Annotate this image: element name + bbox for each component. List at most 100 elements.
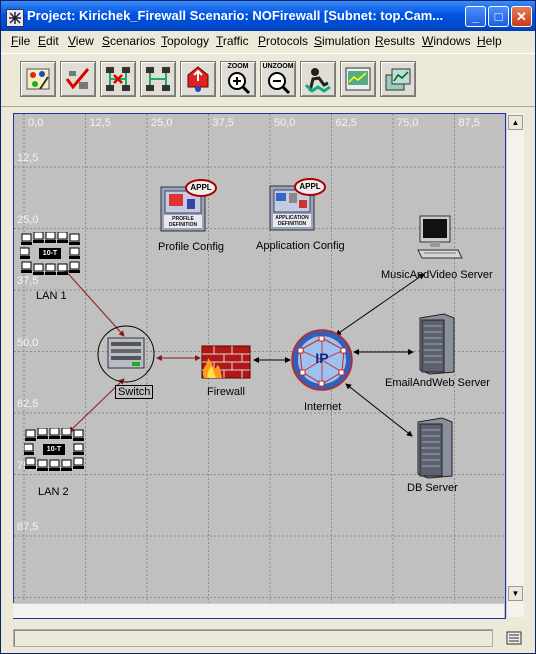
- profile-caption: PROFILE DEFINITION: [168, 216, 198, 228]
- pc-icon: [69, 247, 80, 259]
- zoom-in-icon: [228, 72, 251, 95]
- zoom-button[interactable]: ZOOM: [220, 61, 256, 97]
- link-internet-db[interactable]: [345, 383, 413, 437]
- return-to-parent-button[interactable]: [180, 61, 216, 97]
- menu-windows-rest: indows: [433, 34, 471, 48]
- profile-badge: APPL: [190, 183, 212, 192]
- lan1-node[interactable]: 10-T: [19, 231, 82, 276]
- menu-help-rest: elp: [485, 34, 502, 48]
- unzoom-button[interactable]: UNZOOM: [260, 61, 296, 97]
- menu-results-rest: esults: [383, 34, 416, 48]
- menu-results[interactable]: Results: [375, 34, 415, 48]
- link-internet-musicvideo[interactable]: [335, 273, 425, 336]
- workstation-icon: [417, 215, 463, 259]
- menu-traffic-rest: raffic: [222, 34, 249, 48]
- scroll-up-icon[interactable]: ▲: [508, 115, 523, 130]
- configure-simulation-icon: [304, 68, 331, 93]
- menu-simulation-rest: imulation: [322, 34, 371, 48]
- horizontal-scrollbar[interactable]: [13, 603, 504, 618]
- toolbar: ZOOM UNZOOM: [1, 53, 535, 107]
- switch-label[interactable]: Switch: [115, 385, 154, 399]
- menu-results-key: R: [375, 34, 384, 48]
- pc-icon: [37, 459, 48, 471]
- internet-node[interactable]: IP: [290, 328, 354, 392]
- music-video-server-label: MusicAndVideo Server: [381, 269, 493, 281]
- switch-icon: [97, 325, 155, 383]
- application-config-node[interactable]: APPL APPLICATION DEFINITION: [268, 178, 328, 234]
- network-canvas[interactable]: 0,0 12,5 25,0 37,5 50,0 62,5 75,0 87,5 12,5 25,0 3…: [13, 113, 506, 619]
- vertical-scrollbar[interactable]: ▲ ▼: [506, 113, 524, 617]
- hide-graphs-button[interactable]: [380, 61, 416, 97]
- menu-windows[interactable]: Windows: [422, 34, 471, 48]
- menu-view[interactable]: View: [68, 34, 94, 48]
- title-bar[interactable]: Project: Kirichek_Firewall Scenario: NOF…: [1, 1, 535, 31]
- menu-topology[interactable]: Topology: [161, 34, 209, 48]
- menu-simulation[interactable]: Simulation: [314, 34, 370, 48]
- pc-icon: [23, 443, 34, 455]
- menu-protocols-key: P: [258, 34, 267, 48]
- firewall-label: Firewall: [207, 386, 245, 398]
- profile-config-label: Profile Config: [158, 241, 225, 253]
- pc-icon: [45, 231, 56, 243]
- lan1-badge: 10-T: [39, 248, 61, 259]
- fail-link-button[interactable]: [100, 61, 136, 97]
- music-video-server-node[interactable]: [414, 214, 464, 266]
- menu-windows-key: W: [422, 34, 434, 48]
- menu-view-key: V: [68, 34, 76, 48]
- return-to-parent-icon: [187, 66, 209, 92]
- lan1-label: LAN 1: [36, 290, 67, 302]
- pc-icon: [57, 231, 68, 243]
- application-window: Project: Kirichek_Firewall Scenario: NOF…: [0, 0, 536, 654]
- db-server-node[interactable]: [412, 416, 454, 480]
- menu-traffic[interactable]: Traffic: [216, 34, 249, 48]
- switch-node[interactable]: [96, 324, 156, 384]
- lan2-label: LAN 2: [38, 486, 69, 498]
- menu-protocols[interactable]: Protocols: [258, 34, 308, 48]
- minimize-button[interactable]: _: [465, 6, 486, 27]
- unzoom-label: UNZOOM: [262, 63, 294, 70]
- object-palette-icon: [26, 68, 50, 90]
- pc-icon: [25, 457, 36, 469]
- lan2-node[interactable]: 10-T: [23, 427, 86, 472]
- pc-icon: [45, 263, 56, 275]
- firewall-icon: [201, 345, 251, 379]
- db-server-label: DB Server: [407, 482, 458, 494]
- app-icon: [6, 9, 24, 27]
- configure-simulation-button[interactable]: [300, 61, 336, 97]
- hide-graphs-icon: [385, 68, 411, 91]
- email-web-server-node[interactable]: [414, 312, 456, 376]
- menu-scenarios-key: S: [102, 34, 111, 48]
- menu-help[interactable]: Help: [477, 34, 502, 48]
- view-results-icon: [345, 67, 371, 91]
- menu-scenarios[interactable]: Scenarios: [102, 34, 155, 48]
- lan2-badge: 10-T: [43, 444, 65, 455]
- menu-edit[interactable]: Edit: [38, 34, 59, 48]
- object-palette-button[interactable]: [20, 61, 56, 97]
- menu-traffic-key: T: [216, 34, 223, 48]
- internet-badge: IP: [315, 350, 329, 366]
- menu-file-rest: ile: [18, 34, 31, 48]
- scroll-down-icon[interactable]: ▼: [508, 586, 523, 601]
- profile-config-node[interactable]: APPL PROFILE DEFINITION: [159, 179, 219, 235]
- message-log-icon[interactable]: [505, 629, 523, 647]
- pc-icon: [37, 427, 48, 439]
- fail-link-icon: [106, 67, 130, 91]
- menu-file[interactable]: File: [11, 34, 30, 48]
- menu-topology-rest: opology: [167, 34, 210, 48]
- firewall-node[interactable]: [198, 342, 254, 380]
- menu-view-rest: iew: [75, 34, 94, 48]
- zoom-label: ZOOM: [227, 63, 249, 70]
- close-button[interactable]: ✕: [511, 6, 532, 27]
- menu-help-key: H: [477, 34, 486, 48]
- view-results-button[interactable]: [340, 61, 376, 97]
- internet-label: Internet: [304, 401, 342, 413]
- pc-icon: [73, 443, 84, 455]
- pc-icon: [33, 263, 44, 275]
- check-links-button[interactable]: [60, 61, 96, 97]
- maximize-button[interactable]: □: [488, 6, 509, 27]
- menu-scenarios-rest: cenarios: [110, 34, 156, 48]
- menu-edit-rest: dit: [46, 34, 59, 48]
- pc-icon: [19, 247, 30, 259]
- zoom-out-icon: [268, 72, 291, 95]
- recover-link-button[interactable]: [140, 61, 176, 97]
